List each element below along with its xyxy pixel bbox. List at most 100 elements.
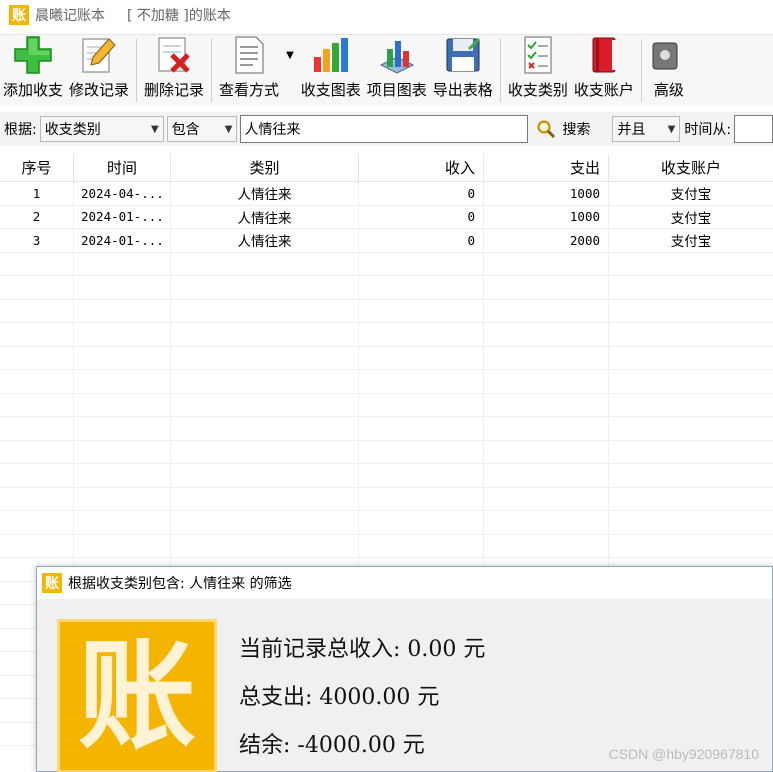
view-mode-label: 查看方式 — [219, 81, 280, 99]
table-row[interactable] — [0, 440, 773, 464]
cell-income — [359, 252, 484, 275]
cell-account — [609, 300, 773, 323]
cell-index: 3 — [0, 229, 74, 252]
cell-index — [0, 323, 74, 346]
time-from-input[interactable] — [734, 115, 773, 143]
cell-income — [359, 440, 484, 463]
cell-income — [359, 417, 484, 440]
app-logo-icon: 账 — [9, 5, 29, 25]
advanced-icon — [652, 42, 678, 70]
cell-time — [74, 346, 171, 369]
book-title: [ 不加糖 ]的账本 — [127, 8, 231, 24]
column-header-income[interactable]: 收入 — [359, 154, 484, 181]
column-header-index[interactable]: 序号 — [0, 154, 74, 181]
view-mode-button[interactable]: 查看方式 — [216, 35, 282, 106]
cell-account: 支付宝 — [670, 234, 712, 251]
category-button[interactable]: 收支类别 — [505, 35, 571, 106]
toolbar-separator — [499, 39, 501, 102]
total-expense-text: 总支出: 4000.00 元 — [239, 685, 440, 710]
search-button[interactable]: 搜索 — [536, 119, 590, 139]
cell-time: 2024-01-... — [74, 229, 171, 252]
cell-account: 支付宝 — [670, 187, 712, 204]
column-header-expense[interactable]: 支出 — [484, 154, 609, 181]
cell-index — [0, 299, 74, 322]
table-row[interactable] — [0, 487, 773, 511]
logic-select[interactable]: 并且 ▼ — [612, 116, 681, 142]
advanced-button[interactable]: 高级 — [646, 35, 692, 106]
window-titlebar: 账 晨曦记账本 [ 不加糖 ]的账本 — [0, 0, 773, 30]
delete-record-button[interactable]: 删除记录 — [141, 35, 207, 106]
table-header: 序号 时间 类别 收入 支出 收支账户 — [0, 154, 773, 182]
table-row[interactable]: 1 2024-04-... 人情往来 0 1000 支付宝 — [0, 182, 773, 206]
document-icon — [235, 36, 264, 74]
export-table-label: 导出表格 — [432, 81, 493, 99]
table-row[interactable] — [0, 534, 773, 558]
keyword-input[interactable]: 人情往来 — [240, 115, 529, 143]
time-from-label: 时间从: — [684, 122, 732, 138]
table-row[interactable] — [0, 511, 773, 535]
cell-account — [609, 535, 773, 558]
item-chart-button[interactable]: 项目图表 — [364, 35, 430, 106]
edit-record-button[interactable]: 修改记录 — [66, 35, 132, 106]
cell-income: 0 — [359, 229, 484, 252]
3d-chart-icon — [379, 41, 414, 74]
cell-category: 人情往来 — [171, 182, 359, 205]
table-row[interactable] — [0, 346, 773, 370]
table-row[interactable]: 2 2024-01-... 人情往来 0 1000 支付宝 — [0, 205, 773, 229]
operator-select-value: 包含 — [171, 122, 200, 138]
cell-category: 人情往来 — [171, 229, 359, 252]
toolbar-separator — [640, 39, 642, 102]
add-record-button[interactable]: 添加收支 — [0, 35, 66, 106]
cell-time — [74, 393, 171, 416]
table-row[interactable]: 3 2024-01-... 人情往来 0 2000 支付宝 — [0, 229, 773, 253]
cell-income — [359, 370, 484, 393]
ledger-logo: 账 — [57, 619, 217, 772]
operator-select[interactable]: 包含 ▼ — [166, 116, 238, 142]
search-icon — [537, 120, 556, 139]
income-expense-chart-button[interactable]: 收支图表 — [298, 35, 364, 106]
bar-chart-icon — [313, 38, 348, 72]
main-toolbar: 添加收支 修改记录 删除记录 查看方式 ▼ 收支图表 项目图表 导出表格 收支类… — [0, 34, 773, 106]
cell-time — [74, 252, 171, 275]
balance-text: 结余: -4000.00 元 — [239, 733, 425, 758]
field-select[interactable]: 收支类别 ▼ — [39, 116, 164, 142]
cell-category — [171, 252, 359, 275]
table-row[interactable] — [0, 464, 773, 488]
cell-income: 0 — [359, 205, 484, 228]
cell-account — [609, 464, 773, 487]
cell-income — [359, 393, 484, 416]
logic-select-value: 并且 — [617, 122, 646, 138]
cell-account — [609, 441, 773, 464]
table-row[interactable] — [0, 276, 773, 300]
table-row[interactable] — [0, 417, 773, 441]
cell-index — [0, 252, 74, 275]
cell-category — [171, 393, 359, 416]
app-title: 晨曦记账本 — [35, 8, 105, 24]
account-button[interactable]: 收支账户 — [571, 35, 637, 106]
cell-time — [74, 440, 171, 463]
column-header-time[interactable]: 时间 — [74, 154, 171, 181]
column-header-account[interactable]: 收支账户 — [609, 154, 773, 181]
table-row[interactable] — [0, 323, 773, 347]
cell-index — [0, 511, 74, 534]
field-select-value: 收支类别 — [44, 122, 101, 138]
column-header-category[interactable]: 类别 — [171, 154, 359, 181]
cell-account — [609, 511, 773, 534]
cell-time: 2024-01-... — [74, 205, 171, 228]
export-table-button[interactable]: 导出表格 — [430, 35, 496, 106]
view-mode-dropdown-arrow-icon[interactable]: ▼ — [282, 35, 298, 76]
cell-category — [171, 370, 359, 393]
table-row[interactable] — [0, 370, 773, 394]
cell-time — [74, 276, 171, 299]
chevron-down-icon: ▼ — [667, 123, 676, 135]
app-logo-icon: 账 — [42, 573, 62, 593]
cell-income — [359, 464, 484, 487]
dialog-titlebar[interactable]: 账 根据收支类别包含: 人情往来 的筛选 — [37, 567, 772, 599]
dialog-title: 根据收支类别包含: 人情往来 的筛选 — [68, 576, 292, 592]
table-row[interactable] — [0, 299, 773, 323]
table-row[interactable] — [0, 393, 773, 417]
table-row[interactable] — [0, 252, 773, 276]
cell-expense — [484, 511, 609, 534]
cell-expense — [484, 252, 609, 275]
cell-index: 2 — [0, 205, 74, 228]
